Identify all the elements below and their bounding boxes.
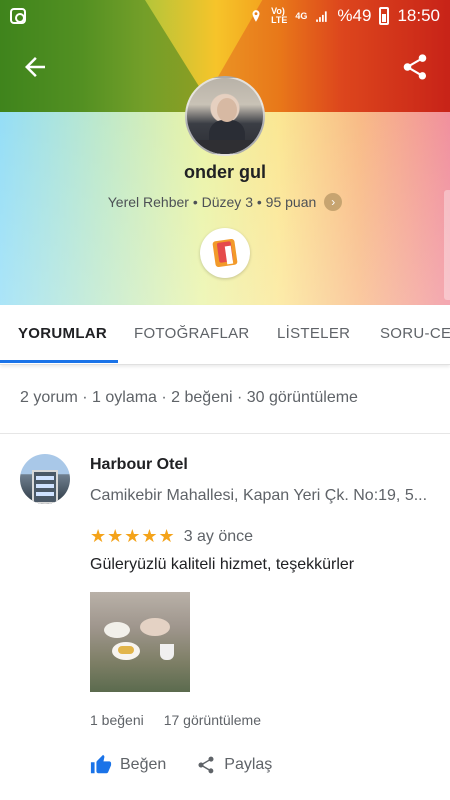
net-type: 4G bbox=[295, 10, 308, 21]
tab-reviews[interactable]: YORUMLAR bbox=[18, 325, 107, 342]
tab-photos[interactable]: FOTOĞRAFLAR bbox=[134, 325, 250, 342]
side-handle bbox=[444, 190, 450, 300]
network-indicator: Vo) LTE bbox=[271, 7, 287, 25]
tab-qa[interactable]: SORU-CE bbox=[380, 325, 450, 342]
review-time: 3 ay önce bbox=[183, 527, 254, 545]
star-rating: ★★★★★ bbox=[90, 526, 176, 546]
arrow-left-icon bbox=[25, 57, 45, 77]
local-guide-info[interactable]: Yerel Rehber • Düzey 3 • 95 puan › bbox=[0, 193, 450, 211]
photo-food bbox=[118, 646, 134, 654]
instagram-icon bbox=[10, 8, 26, 24]
profile-stats: 2 yorum · 1 oylama · 2 beğeni · 30 görün… bbox=[20, 389, 358, 406]
review-likes: 1 beğeni bbox=[90, 712, 144, 728]
photo-plate-2 bbox=[140, 618, 170, 636]
share-review-button[interactable]: Paylaş bbox=[196, 755, 272, 775]
review-actions: Beğen Paylaş bbox=[90, 754, 272, 776]
chevron-right-icon: › bbox=[324, 193, 343, 211]
status-bar-right: Vo) LTE 4G %49 18:50 bbox=[249, 6, 440, 26]
review-views: 17 görüntüleme bbox=[163, 712, 262, 728]
back-button[interactable] bbox=[20, 52, 50, 82]
network-line-2: LTE bbox=[271, 15, 288, 25]
profile-screen: Vo) LTE 4G %49 18:50 onder gul Yerel Reh… bbox=[0, 0, 450, 800]
location-icon bbox=[252, 10, 260, 22]
tab-bar: YORUMLAR FOTOĞRAFLAR LİSTELER SORU-CE bbox=[0, 305, 450, 365]
signal-icon bbox=[316, 11, 328, 22]
review-text: Güleryüzlü kaliteli hizmet, teşekkürler bbox=[90, 556, 355, 573]
place-thumbnail[interactable] bbox=[20, 454, 70, 504]
profile-name: onder gul bbox=[184, 162, 266, 182]
share-button[interactable] bbox=[400, 52, 430, 82]
tab-lists[interactable]: LİSTELER bbox=[277, 325, 350, 342]
review-metrics: 1 beğeni 17 görüntüleme bbox=[90, 712, 261, 728]
clock: 18:50 bbox=[397, 6, 440, 25]
local-guide-badge[interactable] bbox=[200, 228, 250, 278]
like-label: Beğen bbox=[120, 756, 167, 773]
avatar-desk bbox=[187, 140, 263, 154]
review-place-address: Camikebir Mahallesi, Kapan Yeri Çk. No:1… bbox=[90, 487, 428, 504]
share-icon bbox=[403, 54, 427, 80]
avatar-face bbox=[217, 98, 237, 122]
profile-avatar[interactable] bbox=[185, 76, 265, 156]
building-windows bbox=[36, 476, 54, 480]
like-button[interactable]: Beğen bbox=[90, 754, 166, 776]
section-divider bbox=[0, 433, 450, 434]
local-guide-subtitle: Yerel Rehber • Düzey 3 • 95 puan bbox=[107, 194, 317, 210]
active-tab-indicator bbox=[0, 360, 118, 363]
photo-plate-1 bbox=[104, 622, 130, 638]
review-photo[interactable] bbox=[90, 592, 190, 692]
share-label: Paylaş bbox=[224, 756, 273, 773]
review-rating: ★★★★★ 3 ay önce bbox=[90, 526, 253, 547]
review-place-name[interactable]: Harbour Otel bbox=[90, 456, 188, 474]
share-icon-small bbox=[198, 756, 214, 774]
battery-icon bbox=[379, 7, 390, 25]
photo-cup bbox=[160, 644, 174, 660]
thumb-up-icon bbox=[90, 754, 112, 774]
status-bar: Vo) LTE 4G %49 18:50 bbox=[0, 0, 450, 34]
battery-percent: %49 bbox=[337, 6, 372, 25]
